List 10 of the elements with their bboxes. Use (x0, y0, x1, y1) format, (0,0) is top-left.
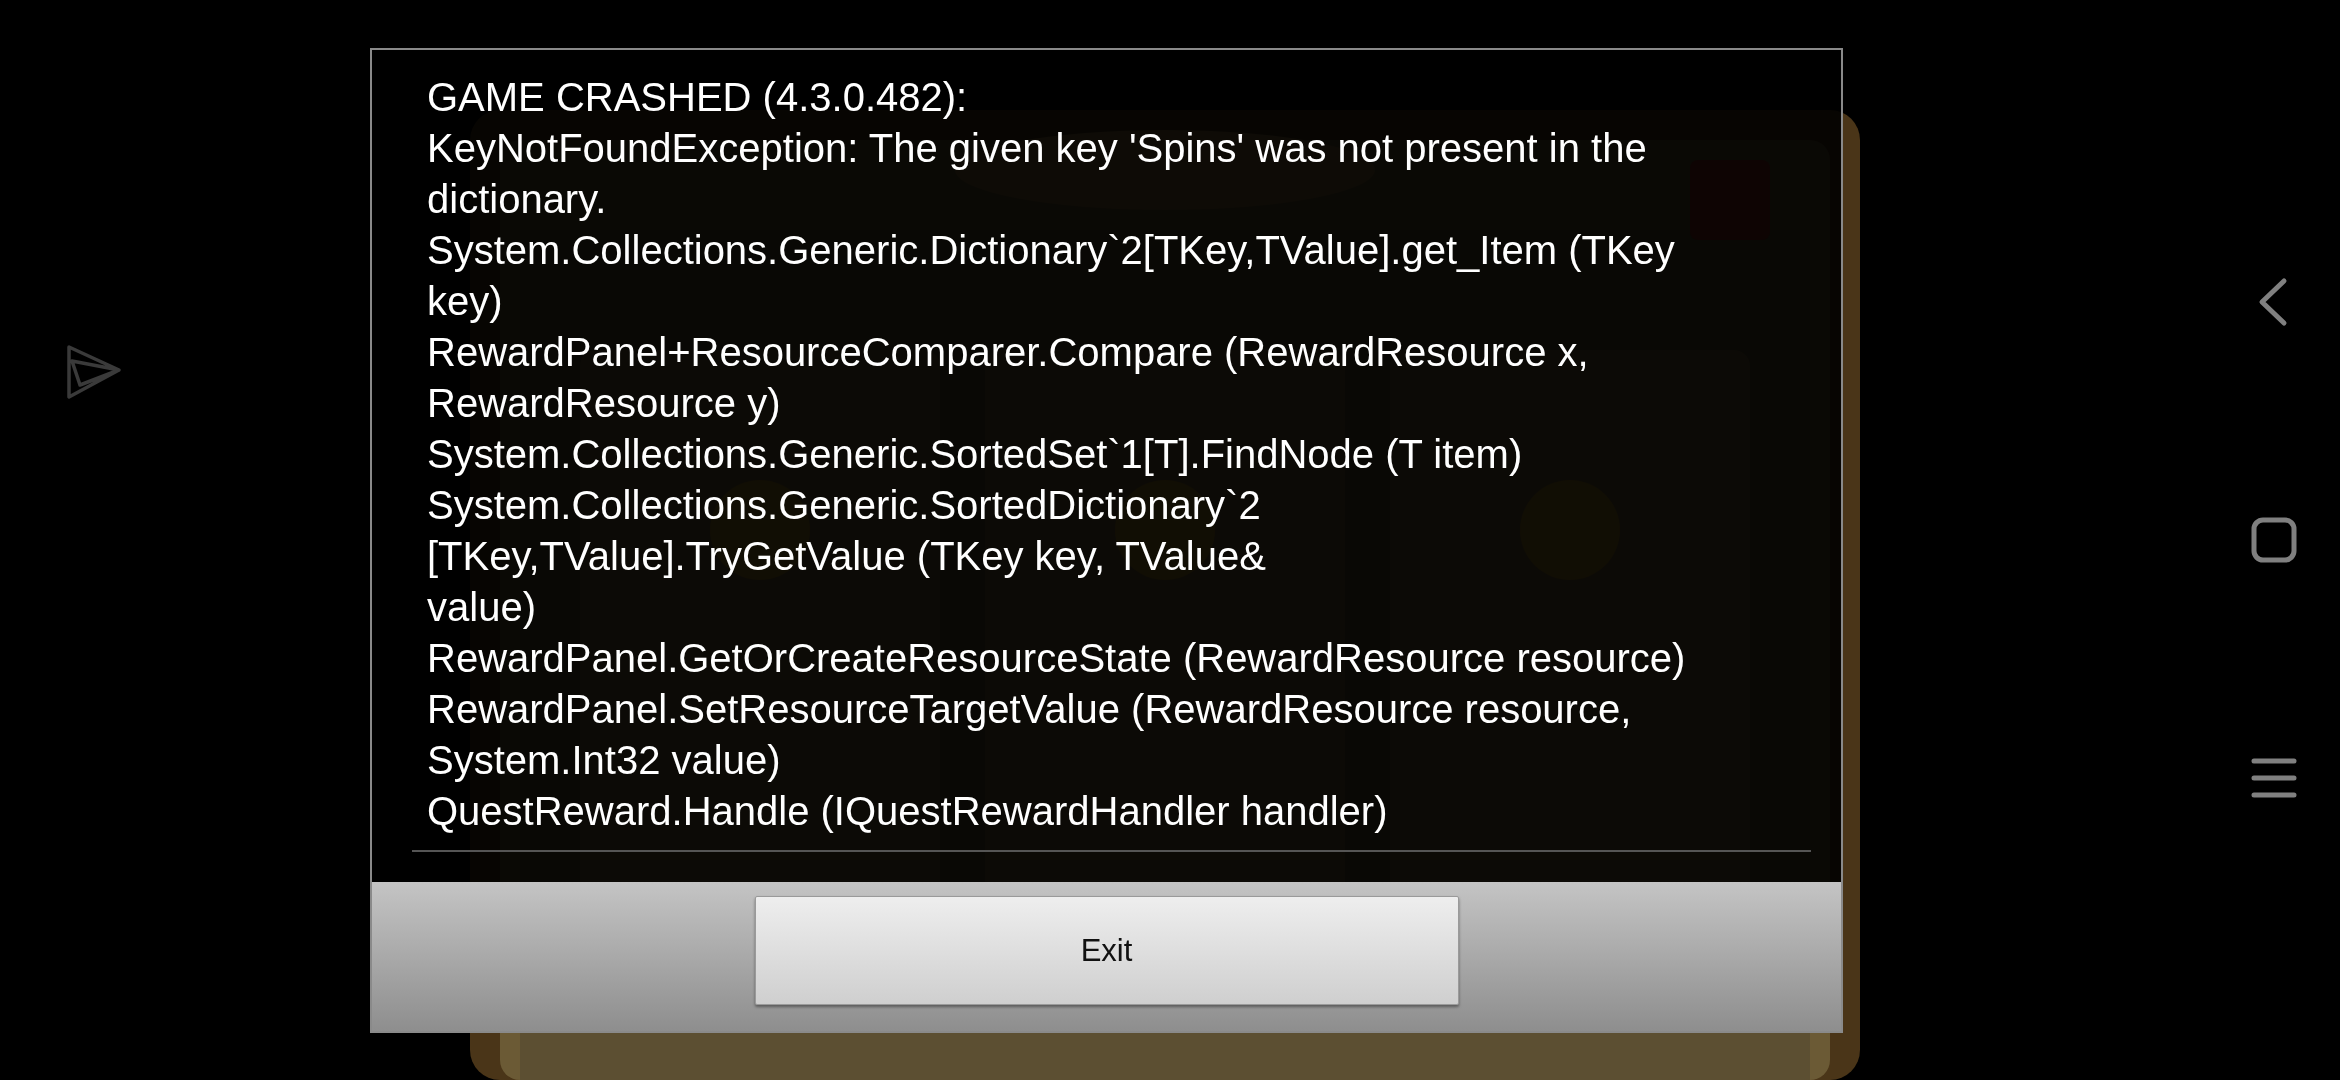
crash-title: GAME CRASHED (4.3.0.482): (427, 74, 969, 121)
exit-button[interactable]: Exit (754, 896, 1459, 1005)
stack-trace-line: RewardPanel+ResourceComparer.Compare (RewardResource x, RewardResource y) (427, 329, 1590, 427)
stack-trace-line: KeyNotFoundException: The given key 'Spins' was not present in the dictionary. (427, 125, 1648, 223)
stack-trace-line: QuestReward.Handle (IQuestRewardHandler handler) (427, 788, 1389, 835)
stack-trace-line: RewardPanel.GetOrCreateResourceState (RewardResource resource) (427, 635, 1687, 682)
stack-trace-line: System.Collections.Generic.Dictionary`2[TKey,TValue].get_Item (TKey key) (427, 227, 1676, 325)
stack-trace-line: System.Collections.Generic.SortedDictionary`2 [TKey,TValue].TryGetValue (TKey key, TValue& value) (427, 482, 1267, 631)
stack-trace-line: RewardPanel.SetResourceTargetValue (RewardResource resource, System.Int32 value) (427, 686, 1633, 784)
stack-trace-line: System.Collections.Generic.SortedSet`1[T].FindNode (T item) (427, 431, 1524, 478)
